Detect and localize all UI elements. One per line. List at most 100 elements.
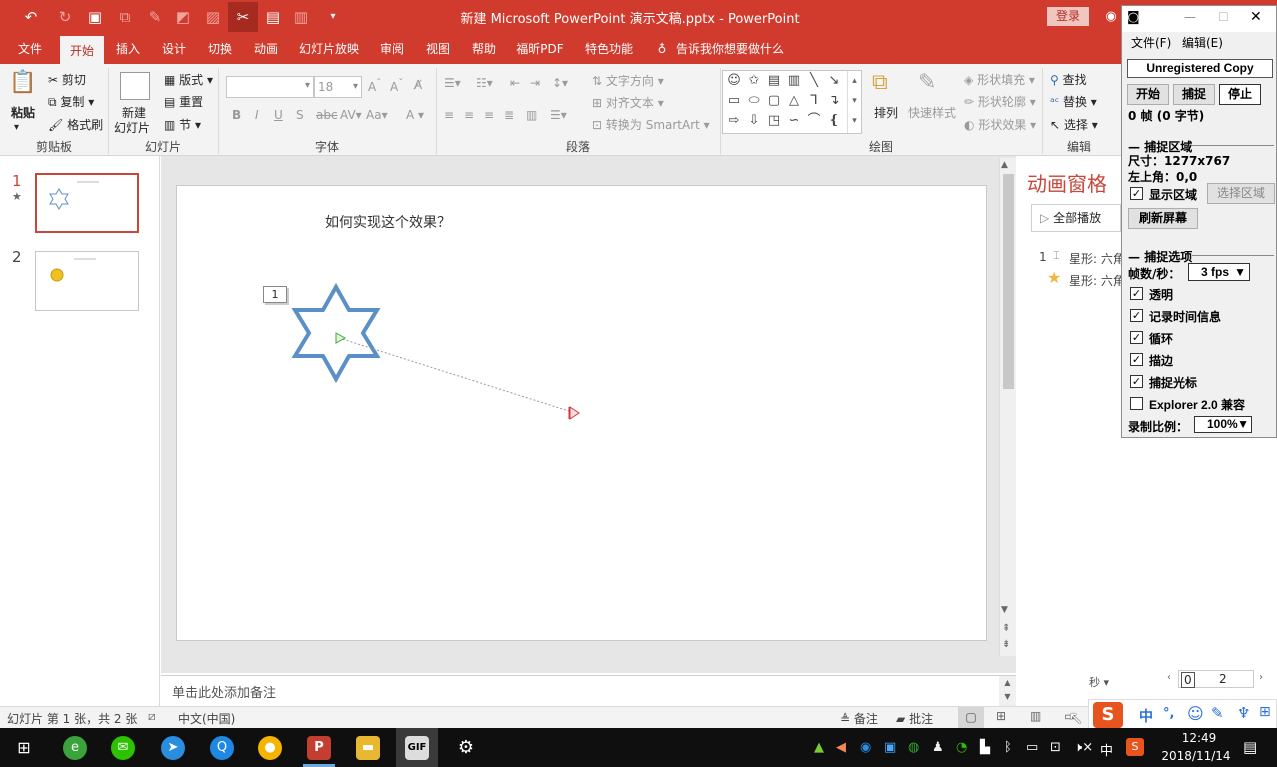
slide-thumbnail-2[interactable]: [35, 251, 139, 311]
shape-outline-button[interactable]: ✏ 形状轮廓 ▾: [964, 93, 1036, 110]
triangle-shape-icon[interactable]: △: [785, 92, 803, 110]
font-name-select[interactable]: ▾: [226, 76, 314, 98]
elbow-arrow-shape-icon[interactable]: ↴: [825, 92, 843, 110]
curve-shape-icon[interactable]: ∽: [785, 112, 803, 130]
maximize-icon[interactable]: ☐: [1218, 10, 1229, 24]
paste-button[interactable]: 粘贴: [11, 104, 35, 121]
bold-icon[interactable]: B: [232, 108, 241, 122]
next-slide-icon[interactable]: ⇟: [1002, 639, 1010, 650]
replace-button[interactable]: ᵃᶜ 替换 ▾: [1050, 93, 1097, 110]
loop-checkbox[interactable]: ✓: [1130, 331, 1143, 344]
settings-gear-icon[interactable]: ⚙: [454, 736, 478, 760]
capture-capture-button[interactable]: 捕捉: [1173, 84, 1215, 105]
transparent-checkbox[interactable]: ✓: [1130, 287, 1143, 300]
shape-fill-button[interactable]: ◈ 形状填充 ▾: [964, 71, 1035, 88]
more-icon[interactable]: ▾: [322, 6, 344, 28]
pentagon-shape-icon[interactable]: ⇩: [745, 112, 763, 130]
ime-punct[interactable]: °,: [1163, 706, 1174, 721]
tab-transitions[interactable]: 切换: [200, 36, 240, 64]
slide-thumbnail-1[interactable]: [35, 173, 139, 233]
shapes-gallery[interactable]: ☺ ✩ ▤ ▥ ╲ ↘ ▭ ⬭ ▢ △ ⅂ ↴ ⇨ ⇩ ◳ ∽ ⌒ ❴ ▴ ▾ ▾: [722, 70, 862, 134]
input-method-indicator[interactable]: 中: [1100, 740, 1113, 759]
minimize-icon[interactable]: —: [1184, 10, 1196, 24]
wechat-icon[interactable]: ✉: [111, 736, 135, 760]
grid-menu-icon[interactable]: ⊞: [1259, 704, 1271, 720]
font-shrink-icon[interactable]: Aˇ: [390, 78, 403, 94]
shadow-icon[interactable]: S: [296, 108, 304, 122]
tray-wechat-icon[interactable]: ◔: [956, 740, 967, 755]
motion-path-end-icon[interactable]: [569, 406, 580, 420]
feishu-icon[interactable]: ➤: [161, 736, 185, 760]
notes-scrollbar[interactable]: ▲ ▼: [999, 676, 1016, 706]
smiley-shape-icon[interactable]: ☺: [725, 72, 743, 90]
present-icon[interactable]: ▣: [84, 6, 106, 28]
notes-placeholder[interactable]: 单击此处添加备注: [172, 682, 276, 701]
tray-360-icon[interactable]: ◍: [908, 740, 919, 755]
notes-pane[interactable]: 单击此处添加备注 ▲ ▼: [161, 675, 1016, 706]
cut-button[interactable]: ✂ 剪切: [48, 71, 86, 88]
tab-help[interactable]: 帮助: [464, 36, 504, 64]
font-color-icon[interactable]: A ▾: [406, 108, 424, 122]
browser-360-icon[interactable]: e: [63, 736, 87, 760]
tab-design[interactable]: 设计: [154, 36, 194, 64]
tray-search-icon[interactable]: ▣: [884, 740, 896, 755]
justify-icon[interactable]: ≣: [504, 108, 514, 122]
line-shape-icon[interactable]: ╲: [805, 72, 823, 90]
seconds-dropdown[interactable]: 秒 ▾: [1089, 674, 1109, 690]
capture-menu-edit[interactable]: 编辑(E): [1182, 34, 1223, 51]
cut2-icon[interactable]: ▨: [202, 6, 224, 28]
scale-select[interactable]: 100% ▼: [1194, 416, 1252, 433]
quick-styles-button[interactable]: 快速样式: [908, 104, 956, 121]
capture-menu-file[interactable]: 文件(F): [1131, 34, 1171, 51]
align-left-icon[interactable]: ≡: [444, 108, 454, 122]
increase-indent-icon[interactable]: ⇥: [530, 76, 540, 90]
tray-feishu-icon[interactable]: ◉: [860, 740, 871, 755]
close-icon[interactable]: ✕: [1250, 9, 1262, 25]
volume-mute-icon[interactable]: 🕨×: [1074, 740, 1093, 755]
change-case-icon[interactable]: Aa▾: [366, 108, 388, 122]
copy-icon[interactable]: ⧉: [114, 6, 136, 28]
network-icon[interactable]: ⊡: [1050, 740, 1061, 755]
comments-toggle[interactable]: ▰ 批注: [896, 710, 933, 727]
notes-toggle[interactable]: ≜ 备注: [840, 710, 878, 727]
align-center-icon[interactable]: ≡: [464, 108, 474, 122]
motion-path-start-icon[interactable]: [335, 332, 347, 344]
timeline-next-icon[interactable]: ›: [1259, 672, 1263, 683]
align-text-button[interactable]: ⊞ 对齐文本 ▾: [592, 94, 664, 111]
search-app-icon[interactable]: Q: [210, 736, 234, 760]
char-spacing-icon[interactable]: AV▾: [340, 108, 362, 122]
shape-icon[interactable]: ◩: [172, 6, 194, 28]
paste-icon[interactable]: 📋: [8, 70, 38, 100]
arrow-line-shape-icon[interactable]: ↘: [825, 72, 843, 90]
tab-home[interactable]: 开始: [60, 36, 104, 64]
file-explorer-icon[interactable]: ▬: [356, 736, 380, 760]
scroll-down-icon[interactable]: ▼: [1001, 605, 1008, 615]
tab-foxit-pdf[interactable]: 福昕PDF: [510, 36, 570, 64]
redo-icon[interactable]: ↻: [54, 6, 76, 28]
rounded-rect-shape-icon[interactable]: ▢: [765, 92, 783, 110]
pen-icon[interactable]: ✎: [1211, 704, 1224, 722]
tray-speaker-app-icon[interactable]: ◀: [836, 740, 846, 755]
select-region-button[interactable]: 选择区域: [1207, 183, 1275, 204]
account-icon[interactable]: ◉: [1100, 6, 1122, 28]
reset-button[interactable]: ▤ 重置: [164, 93, 203, 110]
right-arrow-shape-icon[interactable]: ⇨: [725, 112, 743, 130]
tab-review[interactable]: 审阅: [372, 36, 412, 64]
font-size-select[interactable]: 18 ▾: [314, 76, 362, 98]
new-slide-label-2[interactable]: 幻灯片: [114, 119, 150, 136]
ime-lang[interactable]: 中: [1139, 706, 1153, 726]
tray-device-icon[interactable]: ▙: [980, 740, 990, 755]
scroll-up-icon[interactable]: ▲: [1001, 160, 1008, 170]
brace-shape-icon[interactable]: ❴: [825, 112, 843, 130]
callout-shape-icon[interactable]: ◳: [765, 112, 783, 130]
capture-start-button[interactable]: 开始: [1127, 84, 1169, 105]
decrease-indent-icon[interactable]: ⇤: [510, 76, 520, 90]
bullets-icon[interactable]: ☰▾: [444, 76, 461, 90]
copy-button[interactable]: ⧉ 复制 ▾: [48, 93, 94, 110]
scissors-icon[interactable]: ✂: [228, 2, 258, 32]
login-button[interactable]: 登录: [1047, 7, 1089, 26]
text-direction-button[interactable]: ⇅ 文字方向 ▾: [592, 72, 664, 89]
timeline-prev-icon[interactable]: ‹: [1167, 672, 1171, 683]
windows-start-icon[interactable]: ⊞: [12, 736, 36, 760]
fps-select[interactable]: 3 fps ▼: [1188, 263, 1250, 281]
